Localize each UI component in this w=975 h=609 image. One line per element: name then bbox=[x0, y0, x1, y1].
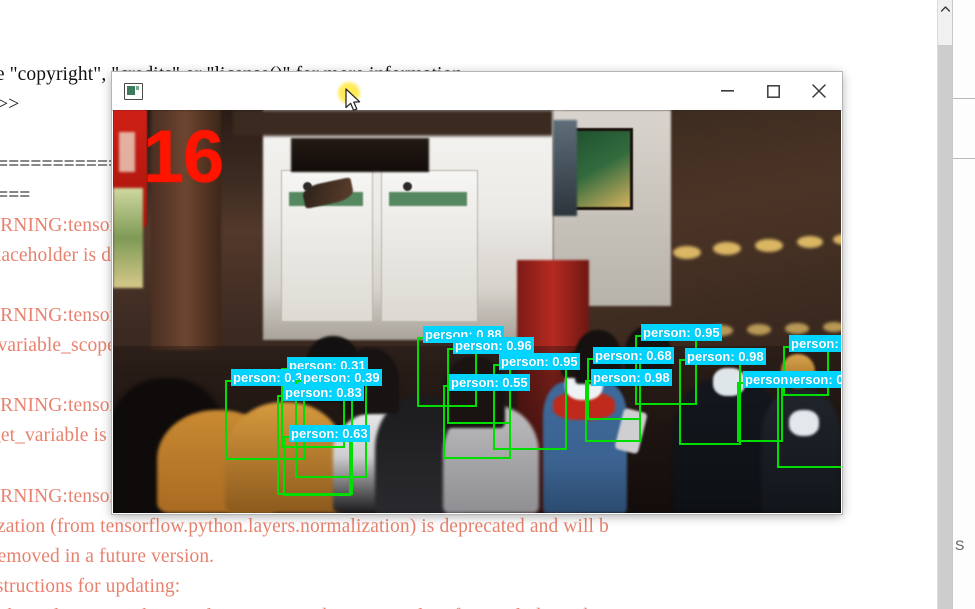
video-frame[interactable]: 16 person: 0.31 person: 0.33 person: 0.39 p… bbox=[113, 110, 841, 513]
frame-banner-text bbox=[119, 132, 135, 172]
detection-label: person bbox=[743, 371, 791, 388]
idle-shell: pe "copyright", "credits" or "license()"… bbox=[0, 0, 975, 609]
detection-box bbox=[737, 382, 783, 442]
background-window[interactable]: S bbox=[952, 0, 975, 609]
vertical-scrollbar[interactable] bbox=[937, 0, 953, 609]
detection-label: person: 0.55 bbox=[449, 374, 530, 391]
background-window-label: S bbox=[955, 537, 965, 553]
video-window-titlebar[interactable] bbox=[112, 72, 842, 111]
minimize-button[interactable] bbox=[704, 72, 750, 110]
console-line: nstructions for updating: bbox=[0, 575, 181, 597]
frame-hanging-sign bbox=[291, 138, 429, 172]
mouse-cursor-icon bbox=[345, 88, 362, 118]
console-line: se keras.layers.BatchNormalization inste… bbox=[0, 602, 938, 609]
detection-box bbox=[777, 382, 841, 468]
detection-label: person: 0.98 bbox=[591, 369, 672, 386]
video-app-icon bbox=[124, 82, 143, 100]
detection-box bbox=[679, 359, 741, 445]
detection-box bbox=[443, 385, 511, 459]
detection-label: person: 0.47 bbox=[783, 371, 841, 388]
frame-gate-dot-right bbox=[403, 182, 412, 191]
frame-gate-sign-right bbox=[389, 192, 467, 206]
scroll-up-arrow-icon[interactable] bbox=[938, 0, 953, 17]
detection-label: person: 0.41 bbox=[789, 335, 841, 352]
console-line: lization (from tensorflow.python.layers.… bbox=[0, 515, 609, 537]
detection-box bbox=[585, 380, 641, 442]
detection-label: person: 0.83 bbox=[283, 384, 364, 401]
frame-left-poster bbox=[113, 188, 143, 288]
detection-label: person: 0.95 bbox=[499, 353, 580, 370]
people-count-overlay: 16 bbox=[143, 115, 224, 198]
detection-label: person: 0.63 bbox=[289, 425, 370, 442]
divider bbox=[953, 98, 975, 99]
divider bbox=[953, 158, 975, 159]
frame-lamp-row-top bbox=[673, 234, 841, 264]
detection-box bbox=[283, 436, 351, 496]
close-button[interactable] bbox=[796, 72, 842, 110]
detection-label: person: 0.96 bbox=[453, 337, 534, 354]
console-line: removed in a future version. bbox=[0, 545, 215, 567]
detection-label: person: 0.68 bbox=[593, 347, 674, 364]
detection-label: person: 0.98 bbox=[685, 348, 766, 365]
scrollbar-thumb[interactable] bbox=[938, 45, 953, 609]
maximize-button[interactable] bbox=[750, 72, 796, 110]
frame-ceiling-beam bbox=[233, 110, 553, 136]
frame-framed-picture-2 bbox=[553, 120, 577, 216]
detection-label: person: 0.95 bbox=[641, 324, 722, 341]
video-preview-window[interactable]: 16 person: 0.31 person: 0.33 person: 0.39 p… bbox=[112, 72, 842, 514]
